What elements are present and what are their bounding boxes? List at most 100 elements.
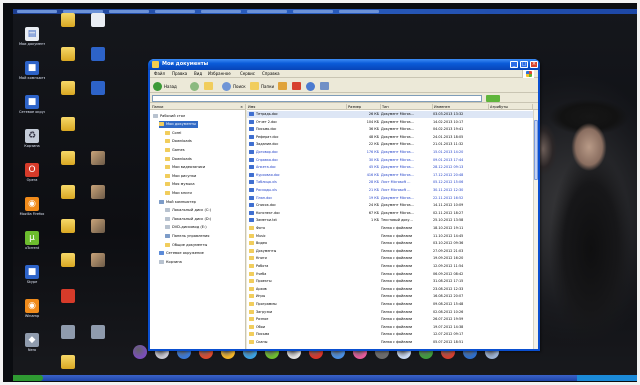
file-row[interactable]: Справка.doc 30 КБ Документ Micros... 09.01.… [247, 157, 535, 164]
close-pane-icon[interactable]: × [240, 104, 243, 110]
desktop-shortcut-icon[interactable] [55, 185, 81, 199]
file-row[interactable]: Расходы.xls 21 КБ Лист Microsoft ... 30.11.… [247, 187, 535, 194]
taskbar-item[interactable] [247, 10, 287, 13]
desktop-shortcut-icon[interactable] [85, 13, 111, 27]
maximize-button[interactable]: □ [520, 61, 528, 68]
file-row[interactable]: Обои Папка с файлами 19.07.2012 14:38 [247, 324, 535, 331]
start-button[interactable] [13, 375, 43, 381]
column-size[interactable]: Размер [347, 104, 381, 110]
desktop-icon[interactable]: ▤Мои документы [19, 27, 45, 46]
desktop-shortcut-icon[interactable] [55, 13, 81, 27]
file-row[interactable]: Отчет 2.doc 104 КБ Документ Micros... 14.02… [247, 119, 535, 126]
file-row[interactable]: Сканы Папка с файлами 05.07.2012 18:51 [247, 339, 535, 346]
folders-button[interactable]: Папки [250, 81, 274, 91]
column-name[interactable]: Имя [247, 104, 347, 110]
tree-item[interactable]: Сетевое окружение [159, 250, 204, 257]
desktop-shortcut-icon[interactable] [55, 117, 81, 131]
column-type[interactable]: Тип [381, 104, 433, 110]
delete-button[interactable] [292, 81, 303, 91]
menu-file[interactable]: Файл [154, 72, 165, 76]
desktop-shortcut-icon[interactable] [55, 151, 81, 165]
file-row[interactable]: Работа Папка с файлами 12.09.2012 11:54 [247, 263, 535, 270]
desktop-shortcut-icon[interactable] [55, 355, 81, 369]
desktop-icon[interactable]: µ uTorrent [19, 231, 45, 250]
tree-item[interactable]: Мои рисунки [165, 172, 196, 179]
taskbar-item[interactable] [109, 10, 149, 13]
tree-item[interactable]: Корзина [159, 258, 182, 265]
file-row[interactable]: Заметки.txt 1 КБ Текстовый доку... 25.10.20… [247, 217, 535, 224]
desktop-shortcut-icon[interactable] [85, 185, 111, 199]
desktop-shortcut-icon[interactable] [85, 47, 111, 61]
menu-help[interactable]: Справка [262, 72, 280, 76]
tree-item[interactable]: Мои книги [165, 189, 192, 196]
tree-item[interactable]: DVD-дисковод (E:) [165, 224, 207, 231]
file-row[interactable]: Видео Папка с файлами 03.10.2012 09:36 [247, 240, 535, 247]
taskbar-item[interactable] [155, 10, 195, 13]
column-attributes[interactable]: Атрибуты [489, 104, 533, 110]
up-folder-button[interactable] [204, 81, 215, 91]
tree-item[interactable]: Games [165, 146, 185, 153]
desktop-shortcut-icon[interactable] [55, 289, 81, 303]
file-row[interactable]: Конспект.doc 67 КБ Документ Micros... 02.11… [247, 210, 535, 217]
desktop-shortcut-icon[interactable] [55, 47, 81, 61]
file-row[interactable]: План.doc 19 КБ Документ Micros... 22.11.201… [247, 195, 535, 202]
tree-item[interactable]: Мои видеозаписи [165, 164, 205, 171]
file-row[interactable]: Таблица.xls 28 КБ Лист Microsoft ... 05.12.… [247, 179, 535, 186]
file-row[interactable]: Учеба Папка с файлами 06.09.2012 08:42 [247, 271, 535, 278]
file-row[interactable]: Письмо.doc 36 КБ Документ Micros... 04.02.2… [247, 126, 535, 133]
tree-item[interactable]: Локальный диск (D:) [165, 215, 211, 222]
tree-item[interactable]: Локальный диск (C:) [165, 207, 211, 214]
taskbar-item[interactable] [339, 10, 379, 13]
desktop-icon[interactable]: ◉ Mozilla Firefox [19, 197, 45, 216]
menu-tools[interactable]: Сервис [240, 72, 255, 76]
desktop-icon[interactable]: ■Сетевое окружение [19, 95, 45, 114]
go-button[interactable] [486, 95, 500, 102]
menu-view[interactable]: Вид [194, 72, 202, 76]
tree-item[interactable]: Моя музыка [165, 181, 195, 188]
file-row[interactable]: Задание.doc 22 КБ Документ Micros... 21.01.… [247, 141, 535, 148]
views-button[interactable] [320, 81, 331, 91]
desktop-shortcut-icon[interactable] [85, 81, 111, 95]
file-row[interactable]: Книги Папка с файлами 19.09.2012 16:20 [247, 255, 535, 262]
file-row[interactable]: Тетрадь.doc 26 КБ Документ Micros... 03.03.… [247, 111, 535, 118]
desktop-icon[interactable]: ♻ Корзина [19, 129, 45, 148]
tree-item[interactable]: Панель управления [165, 232, 209, 239]
tree-item[interactable]: Downloads [165, 138, 192, 145]
tree-item[interactable]: Downloads [165, 155, 192, 162]
vertical-scrollbar[interactable] [533, 110, 538, 349]
file-row[interactable]: Фото Папка с файлами 18.10.2012 19:11 [247, 225, 535, 232]
desktop-shortcut-icon[interactable] [85, 219, 111, 233]
undo-button[interactable] [306, 81, 317, 91]
tree-item[interactable]: Мои документы [159, 120, 198, 128]
back-button[interactable]: Назад [153, 81, 177, 91]
taskbar-item[interactable] [201, 10, 241, 13]
tree-item[interactable]: Corel [165, 129, 181, 136]
move-to-button[interactable] [278, 81, 289, 91]
scrollbar-thumb[interactable] [534, 120, 538, 180]
file-row[interactable]: Список.doc 24 КБ Документ Micros... 14.11.2… [247, 202, 535, 209]
file-row[interactable]: Договор.doc 176 КБ Документ Micros... 15.01… [247, 149, 535, 156]
desktop-shortcut-icon[interactable] [55, 253, 81, 267]
desktop-icon[interactable]: ◉ Winamp [19, 299, 45, 318]
desktop-icon[interactable]: O Opera [19, 163, 45, 182]
file-row[interactable]: Реферат.doc 48 КБ Документ Micros... 24.01.… [247, 134, 535, 141]
taskbar-item[interactable] [293, 10, 333, 13]
desktop-shortcut-icon[interactable] [85, 253, 111, 267]
file-row[interactable]: Письма Папка с файлами 12.07.2012 09:17 [247, 331, 535, 338]
file-row[interactable]: Программы Папка с файлами 09.08.2012 15:48 [247, 301, 535, 308]
tree-item[interactable]: Рабочий стол [153, 112, 185, 119]
column-modified[interactable]: Изменен [433, 104, 489, 110]
file-row[interactable]: Разное Папка с файлами 26.07.2012 19:59 [247, 316, 535, 323]
window-titlebar[interactable]: Мои документы _ □ × [148, 59, 540, 70]
desktop-icon[interactable]: ■Мой компьютер [19, 61, 45, 80]
file-row[interactable]: Документы Папка с файлами 27.09.2012 21:03 [247, 248, 535, 255]
tree-item[interactable]: Общие документы [165, 241, 207, 248]
desktop-icon[interactable]: ◆ Nero [19, 333, 45, 352]
desktop-shortcut-icon[interactable] [85, 325, 111, 339]
menu-favorites[interactable]: Избранное [208, 72, 231, 76]
desktop-shortcut-icon[interactable] [55, 81, 81, 95]
minimize-button[interactable]: _ [510, 61, 518, 68]
desktop-shortcut-icon[interactable] [55, 219, 81, 233]
close-button[interactable]: × [530, 61, 538, 68]
file-row[interactable]: Игры Папка с файлами 16.08.2012 20:07 [247, 293, 535, 300]
